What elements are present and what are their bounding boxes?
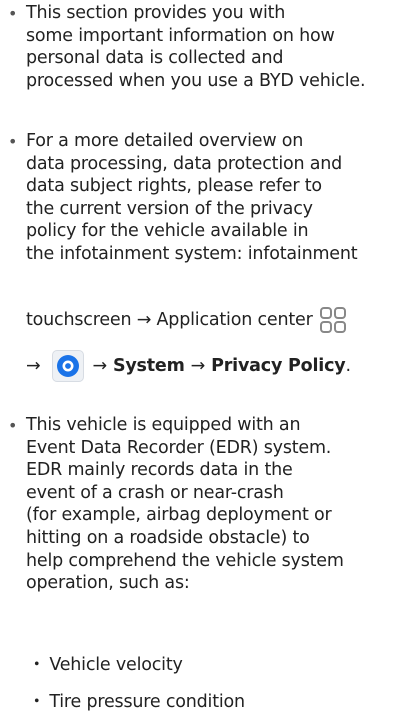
text-line: the current version of the privacy <box>26 198 313 219</box>
arrow-text: → <box>26 356 41 376</box>
list-item-text: Vehicle velocity <box>49 655 183 675</box>
arrow-text: → <box>190 356 206 376</box>
text-line: event of a crash or near-crash <box>26 482 284 503</box>
text-line: Event Data Recorder (EDR) system. <box>26 437 332 458</box>
text-line: the infotainment system: infotainment <box>26 243 358 264</box>
app-center-path-line: touchscreen → Application center <box>26 306 347 334</box>
text-line: (for example, airbag deployment or <box>26 505 332 526</box>
privacy-policy-label: Privacy Policy <box>211 356 346 376</box>
text-line: policy for the vehicle available in <box>26 221 309 242</box>
privacy-document: • This section provides you with some im… <box>0 0 415 717</box>
item-marker: ・ <box>28 655 46 675</box>
settings-gear-icon <box>52 350 85 382</box>
bullet-section-privacy-policy: • For a more detailed overview on data p… <box>8 130 415 266</box>
text-line: hitting on a roadside obstacle) to <box>26 527 310 548</box>
bullet-marker: • <box>8 416 18 435</box>
bullet-section-edr: • This vehicle is equipped with an Event… <box>8 414 415 595</box>
text-line: help comprehend the vehicle system <box>26 550 344 571</box>
apps-grid-icon <box>319 306 347 334</box>
bullet-section-data-collection: • This section provides you with some im… <box>8 2 415 92</box>
text-line: data subject rights, please refer to <box>26 176 322 197</box>
text-line: operation, such as: <box>26 573 190 594</box>
text-line: EDR mainly records data in the <box>26 460 293 481</box>
list-item-tire-pressure: ・ Tire pressure condition <box>28 688 245 713</box>
text-line: processed when you use a BYD vehicle. <box>26 70 366 91</box>
system-privacy-path-line: → → System → Privacy Policy . <box>26 350 351 382</box>
bullet-marker: • <box>8 4 18 23</box>
text-line: This section provides you with <box>26 3 286 23</box>
text-line: personal data is collected and <box>26 48 284 69</box>
list-item-text: Tire pressure condition <box>49 692 245 712</box>
text-line: For a more detailed overview on <box>26 131 304 151</box>
text-line: data processing, data protection and <box>26 153 343 174</box>
touchscreen-app-center-text: touchscreen → Application center <box>26 310 313 330</box>
text-line: This vehicle is equipped with an <box>26 415 301 435</box>
bullet-marker: • <box>8 132 18 151</box>
system-label: System <box>112 356 185 376</box>
list-item-vehicle-velocity: ・ Vehicle velocity <box>28 651 183 676</box>
period-text: . <box>345 356 351 376</box>
item-marker: ・ <box>28 692 46 712</box>
text-line: some important information on how <box>26 25 335 46</box>
arrow-text: → <box>92 356 107 376</box>
